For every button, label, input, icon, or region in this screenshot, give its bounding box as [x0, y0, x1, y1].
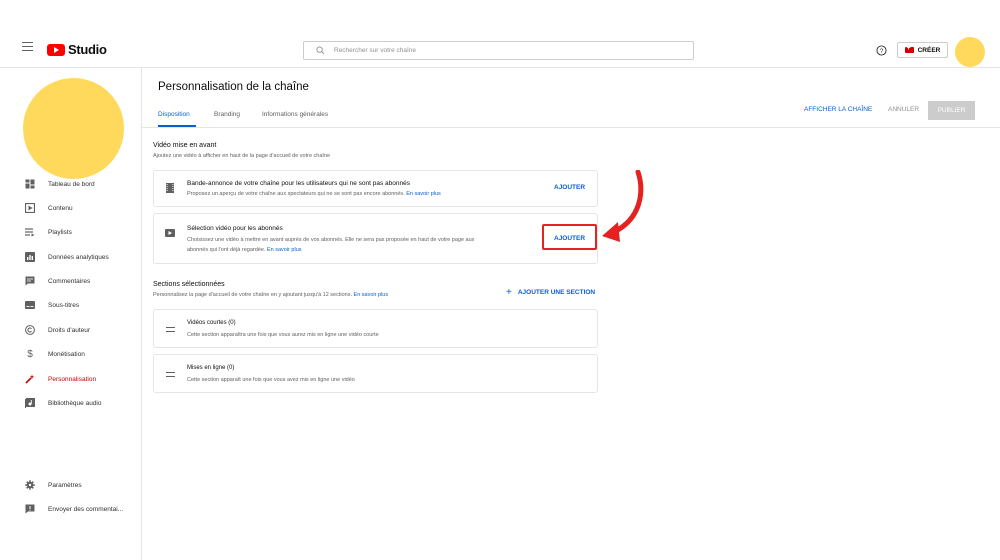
sidebar-item-label: Personnalisation: [48, 375, 97, 383]
card-description-text: abonnés qui l'ont déjà regardée.: [187, 246, 266, 253]
search-icon: [316, 46, 325, 55]
youtube-logo-icon: [47, 43, 65, 56]
copyright-icon: [25, 325, 35, 335]
dollar-icon: $: [27, 348, 33, 360]
sidebar-item-label: Contenu: [48, 204, 73, 212]
playlists-icon: [25, 228, 35, 237]
publish-button[interactable]: PUBLIER: [928, 101, 975, 120]
create-label: CRÉER: [917, 46, 941, 54]
drag-handle-icon[interactable]: [166, 327, 175, 332]
sidebar-item-label: Paramètres: [48, 481, 82, 489]
sidebar-item-playlists[interactable]: Playlists: [0, 223, 142, 241]
sidebar-item-label: Commentaires: [48, 277, 91, 285]
red-arrow-annotation: [602, 170, 644, 242]
feedback-icon: [25, 504, 35, 514]
help-icon[interactable]: ?: [876, 45, 887, 56]
sidebar-item-label: Monétisation: [48, 350, 85, 358]
section-description: Cette section apparaîtra une fois que vo…: [187, 332, 379, 338]
account-avatar[interactable]: [955, 37, 985, 67]
sidebar-item-label: Tableau de bord: [48, 180, 95, 188]
view-channel-button[interactable]: AFFICHER LA CHAÎNE: [804, 106, 872, 113]
card-description: Choisissez une vidéo à mettre en avant a…: [187, 236, 547, 255]
sidebar-item-copyright[interactable]: Droits d'auteur: [0, 321, 142, 339]
sidebar-item-audio-library[interactable]: Bibliothèque audio: [0, 394, 142, 412]
sidebar-item-monetization[interactable]: $ Monétisation: [0, 345, 142, 363]
sidebar-item-label: Envoyer des commentai...: [48, 505, 124, 513]
add-trailer-button[interactable]: AJOUTER: [554, 184, 585, 191]
section-title: Mises en ligne (0): [187, 365, 235, 371]
create-video-icon: [904, 45, 914, 53]
tab-layout[interactable]: Disposition: [158, 111, 190, 118]
studio-logo[interactable]: Studio: [47, 42, 107, 57]
dashboard-icon: [25, 179, 35, 189]
learn-more-link[interactable]: En savoir plus: [267, 247, 302, 253]
featured-video-title: Vidéo mise en avant: [153, 142, 217, 149]
tabs-divider: [142, 127, 1000, 128]
gear-icon: [25, 480, 35, 490]
tab-basic-info[interactable]: Informations générales: [262, 111, 328, 118]
comments-icon: [25, 276, 35, 286]
drag-handle-icon[interactable]: [166, 372, 175, 377]
add-section-label: AJOUTER UNE SECTION: [517, 289, 596, 296]
sections-description: Personnalisez la page d'accueil de votre…: [153, 292, 388, 298]
highlight-box: [542, 224, 597, 250]
sidebar-item-content[interactable]: Contenu: [0, 199, 142, 217]
learn-more-link[interactable]: En savoir plus: [406, 191, 441, 197]
add-section-button[interactable]: + AJOUTER UNE SECTION: [506, 286, 596, 298]
sidebar-item-label: Données analytiques: [48, 253, 109, 261]
sections-description-text: Personnalisez la page d'accueil de votre…: [153, 292, 353, 298]
analytics-icon: [25, 252, 35, 262]
featured-video-card: Sélection vidéo pour les abonnés Choisis…: [153, 213, 598, 264]
search-input[interactable]: [334, 47, 634, 54]
film-icon: [166, 183, 174, 193]
tab-branding[interactable]: Branding: [214, 111, 240, 118]
section-card[interactable]: Vidéos courtes (0) Cette section apparaî…: [153, 309, 598, 348]
featured-video-description: Ajoutez une vidéo à afficher en haut de …: [153, 153, 331, 159]
svg-text:?: ?: [880, 48, 884, 55]
learn-more-link[interactable]: En savoir plus: [354, 292, 389, 298]
sidebar-item-label: Bibliothèque audio: [48, 399, 102, 407]
card-description: Proposez un aperçu de votre chaîne aux s…: [187, 190, 441, 200]
plus-icon: +: [506, 287, 512, 298]
card-description-line: Choisissez une vidéo à mettre en avant a…: [187, 237, 475, 243]
app-name: Studio: [68, 42, 107, 57]
card-description-line: abonnés qui l'ont déjà regardée. En savo…: [187, 246, 547, 256]
card-title: Bande-annonce de votre chaîne pour les u…: [187, 180, 410, 187]
sidebar-item-customization[interactable]: Personnalisation: [0, 370, 142, 388]
channel-avatar[interactable]: [23, 78, 124, 179]
sidebar-item-analytics[interactable]: Données analytiques: [0, 248, 142, 266]
sidebar-item-dashboard[interactable]: Tableau de bord: [0, 175, 142, 193]
magic-wand-icon: [25, 374, 35, 384]
sidebar-item-subtitles[interactable]: Sous-titres: [0, 296, 142, 314]
card-title: Sélection vidéo pour les abonnés: [187, 225, 283, 232]
page-title: Personnalisation de la chaîne: [158, 81, 309, 93]
content-icon: [25, 203, 35, 213]
sidebar-item-label: Droits d'auteur: [48, 326, 91, 334]
search-bar[interactable]: [303, 41, 694, 60]
audio-library-icon: [25, 398, 35, 408]
cancel-button[interactable]: ANNULER: [888, 106, 919, 113]
sidebar-item-comments[interactable]: Commentaires: [0, 272, 142, 290]
subtitles-icon: [25, 301, 35, 309]
channel-trailer-card: Bande-annonce de votre chaîne pour les u…: [153, 170, 598, 207]
menu-icon[interactable]: [22, 42, 33, 51]
sections-title: Sections sélectionnées: [153, 281, 225, 288]
card-description-text: Proposez un aperçu de votre chaîne aux s…: [187, 191, 405, 197]
section-description: Cette section apparaît une fois que vous…: [187, 377, 355, 383]
sidebar-item-label: Sous-titres: [48, 301, 80, 309]
create-button[interactable]: CRÉER: [897, 42, 948, 58]
sidebar-item-feedback[interactable]: Envoyer des commentai...: [0, 500, 142, 518]
sidebar-item-settings[interactable]: Paramètres: [0, 476, 142, 494]
top-bar: Studio ? CRÉER: [0, 0, 1000, 68]
sidebar-item-label: Playlists: [48, 228, 72, 236]
section-title: Vidéos courtes (0): [187, 320, 236, 326]
section-card[interactable]: Mises en ligne (0) Cette section apparaî…: [153, 354, 598, 393]
featured-video-icon: [165, 229, 175, 237]
